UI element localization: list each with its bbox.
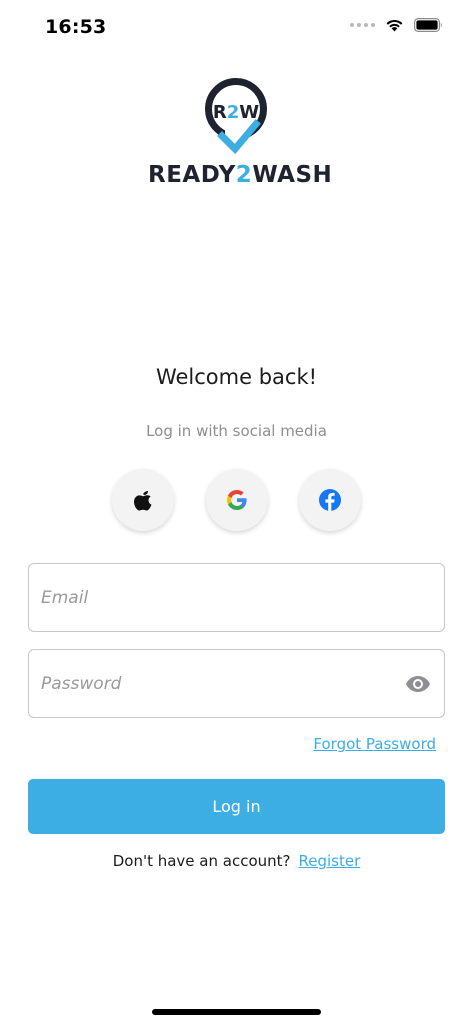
battery-icon <box>414 18 442 32</box>
email-field[interactable] <box>28 563 445 632</box>
email-input[interactable] <box>41 564 401 631</box>
cellular-signal-icon <box>350 23 375 27</box>
status-icons <box>350 18 443 32</box>
status-bar: 16:53 <box>0 0 473 54</box>
brand-logo: R2W READY2WASH <box>148 76 333 192</box>
eye-icon <box>406 676 430 692</box>
google-login-button[interactable] <box>206 469 268 531</box>
google-icon <box>227 490 247 510</box>
home-indicator[interactable] <box>152 1009 321 1015</box>
facebook-login-button[interactable] <box>299 469 361 531</box>
login-button[interactable]: Log in <box>28 779 445 834</box>
apple-icon <box>134 491 152 511</box>
wifi-icon <box>386 19 403 32</box>
facebook-icon <box>319 489 341 511</box>
brand-name: READY2WASH <box>148 162 333 188</box>
social-login-row <box>0 469 473 531</box>
logo-pin-check-icon: R2W <box>205 78 267 155</box>
page-title: Welcome back! <box>155 365 318 389</box>
register-prompt: Don't have an account? <box>112 852 291 870</box>
password-input[interactable] <box>41 650 401 717</box>
password-field[interactable] <box>28 649 445 718</box>
forgot-password-link[interactable]: Forgot Password <box>313 735 436 753</box>
register-row: Don't have an account? Register <box>0 852 473 870</box>
apple-login-button[interactable] <box>112 469 174 531</box>
toggle-password-visibility-button[interactable] <box>404 670 432 698</box>
status-time: 16:53 <box>45 16 107 38</box>
social-login-caption: Log in with social media <box>146 422 327 440</box>
register-link[interactable]: Register <box>299 852 361 870</box>
svg-text:R2W: R2W <box>213 102 259 123</box>
